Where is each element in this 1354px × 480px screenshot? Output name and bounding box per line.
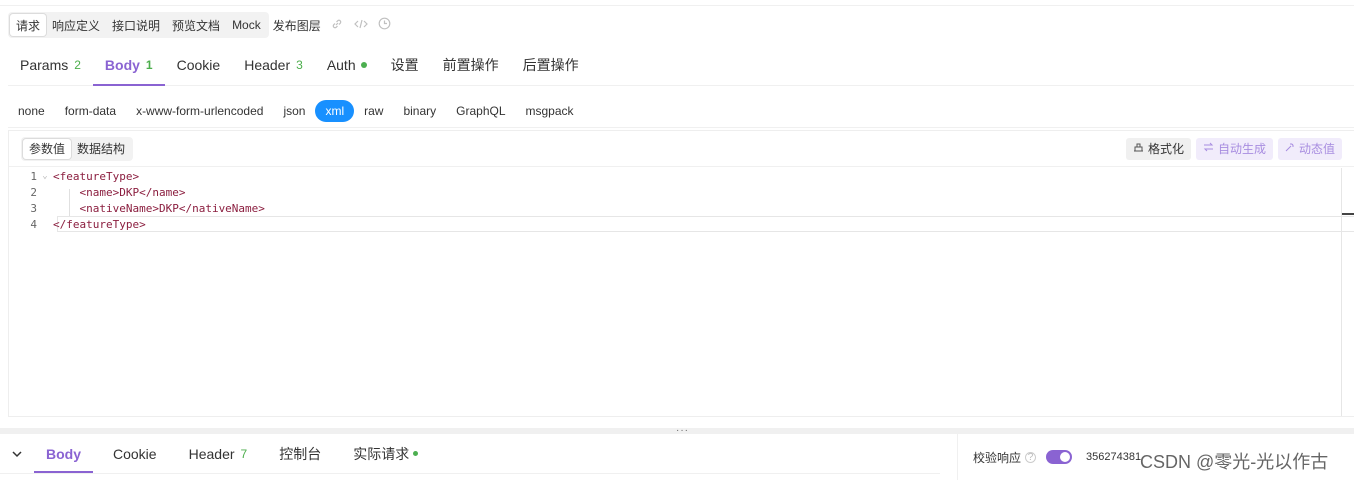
format-label: 格式化: [1147, 142, 1184, 156]
tab-pre-operations[interactable]: 前置操作: [431, 46, 511, 84]
toggle-knob: [1060, 452, 1071, 462]
status-dot: [360, 62, 367, 68]
count-badge: 1: [145, 58, 153, 72]
line-number: 3: [30, 201, 37, 215]
tab-auth[interactable]: Auth: [315, 46, 379, 84]
request-tabs: Params 2 Body 1 Cookie Header 3 Auth 设置 前置操…: [8, 46, 1354, 86]
tab-params[interactable]: Params 2: [8, 46, 93, 84]
tab-label: Header: [244, 57, 291, 73]
fold-chevron-icon[interactable]: ⌄: [37, 171, 53, 181]
body-editor-panel: 参数值 数据结构 格式化 自动生成 动态值 1 ⌄ <featureType> …: [8, 130, 1354, 417]
tab-label: Params: [20, 57, 69, 73]
history-icon[interactable]: [377, 17, 393, 33]
tab-settings[interactable]: 设置: [379, 46, 431, 84]
code-line: 4 </featureType>: [9, 216, 1354, 232]
watermark: CSDN @零光-光以作古: [1140, 452, 1329, 472]
tab-label: Header: [188, 445, 235, 462]
code-text: <nativeName>DKP</nativeName>: [53, 201, 265, 215]
body-type-raw[interactable]: raw: [354, 100, 393, 122]
tab-api-description[interactable]: 接口说明: [106, 14, 166, 36]
link-icon[interactable]: [329, 18, 345, 33]
body-type-binary[interactable]: binary: [393, 100, 446, 122]
response-tab-actual-request[interactable]: 实际请求: [341, 435, 430, 473]
code-line: 2 <name>DKP</name>: [9, 184, 1354, 200]
line-number: 4: [30, 217, 37, 231]
status-dot: [413, 451, 419, 456]
response-tab-header[interactable]: Header 7: [177, 435, 260, 473]
auto-generate-button[interactable]: 自动生成: [1195, 137, 1273, 160]
publish-layer-button[interactable]: 发布图层: [273, 17, 321, 34]
tab-label: 实际请求: [353, 445, 410, 462]
count-badge: 7: [240, 446, 248, 461]
collapse-chevron-icon[interactable]: [0, 447, 34, 461]
wand-icon: [1285, 142, 1295, 155]
body-type-json[interactable]: json: [273, 100, 315, 122]
tab-label: 设置: [390, 57, 419, 73]
code-text: </featureType>: [53, 217, 146, 231]
line-number: 2: [30, 185, 37, 199]
tab-label: Body: [104, 57, 140, 73]
tab-request[interactable]: 请求: [10, 14, 47, 36]
code-icon[interactable]: [353, 18, 369, 33]
mode-data-structure[interactable]: 数据结构: [71, 139, 131, 159]
tab-preview-docs[interactable]: 预览文档: [166, 14, 226, 36]
body-type-selector: none form-data x-www-form-urlencoded jso…: [8, 94, 1354, 128]
mode-param-values[interactable]: 参数值: [23, 138, 72, 159]
body-type-urlencoded[interactable]: x-www-form-urlencoded: [126, 100, 273, 122]
code-text: <featureType>: [53, 169, 140, 183]
code-line: 1 ⌄ <featureType>: [9, 168, 1354, 184]
response-tab-cookie[interactable]: Cookie: [101, 435, 169, 473]
top-border: [0, 0, 1354, 6]
format-button[interactable]: 格式化: [1125, 137, 1191, 160]
tab-response-definition[interactable]: 响应定义: [46, 14, 106, 36]
count-badge: 3: [296, 58, 303, 72]
body-type-none[interactable]: none: [8, 100, 55, 122]
tab-label: 后置操作: [522, 57, 579, 73]
tab-label: Auth: [326, 57, 356, 73]
body-type-graphql[interactable]: GraphQL: [446, 100, 515, 122]
dynamic-value-label: 动态值: [1298, 142, 1335, 156]
request-toolbar: 请求 响应定义 接口说明 预览文档 Mock 发布图层: [8, 12, 393, 38]
dynamic-value-button[interactable]: 动态值: [1277, 137, 1342, 160]
editor-scrollbar[interactable]: [1341, 168, 1354, 416]
tab-post-operations[interactable]: 后置操作: [511, 46, 591, 84]
scroll-position-marker: [1342, 213, 1354, 215]
body-type-xml[interactable]: xml: [315, 99, 355, 122]
tab-label: Body: [46, 445, 81, 462]
response-tabs: Body Cookie Header 7 控制台 实际请求: [0, 434, 940, 474]
response-tab-body[interactable]: Body: [34, 435, 93, 473]
tab-mock[interactable]: Mock: [226, 14, 267, 36]
tab-cookie[interactable]: Cookie: [165, 46, 233, 84]
tab-body[interactable]: Body 1: [92, 46, 165, 86]
code-line: 3 <nativeName>DKP</nativeName>: [9, 200, 1354, 216]
tab-label: Cookie: [176, 57, 221, 73]
request-view-switcher: 请求 响应定义 接口说明 预览文档 Mock: [8, 12, 269, 38]
tab-label: Cookie: [113, 445, 157, 462]
refresh-icon: [1203, 142, 1214, 155]
body-type-msgpack[interactable]: msgpack: [516, 100, 584, 122]
auto-generate-label: 自动生成: [1217, 142, 1266, 156]
validate-response-label: 校验响应: [973, 450, 1022, 465]
code-text: <name>DKP</name>: [53, 185, 186, 199]
count-badge: 2: [74, 58, 81, 72]
tab-label: 控制台: [279, 445, 322, 462]
body-type-form-data[interactable]: form-data: [55, 100, 126, 122]
magic-icon: [1133, 142, 1144, 155]
response-tab-console[interactable]: 控制台: [267, 435, 333, 473]
editor-actions: 格式化 自动生成 动态值: [1121, 137, 1342, 160]
validate-response-toggle[interactable]: [1046, 450, 1073, 464]
tab-label: 前置操作: [442, 57, 499, 73]
editor-header: 参数值 数据结构 格式化 自动生成 动态值: [9, 131, 1354, 167]
response-id: 356274381: [1086, 451, 1142, 463]
editor-mode-switcher: 参数值 数据结构: [21, 136, 134, 161]
tab-header[interactable]: Header 3: [232, 46, 315, 84]
help-icon[interactable]: ?: [1025, 451, 1037, 463]
xml-code-editor[interactable]: 1 ⌄ <featureType> 2 <name>DKP</name> 3 <…: [9, 168, 1354, 416]
line-number: 1: [30, 169, 37, 183]
